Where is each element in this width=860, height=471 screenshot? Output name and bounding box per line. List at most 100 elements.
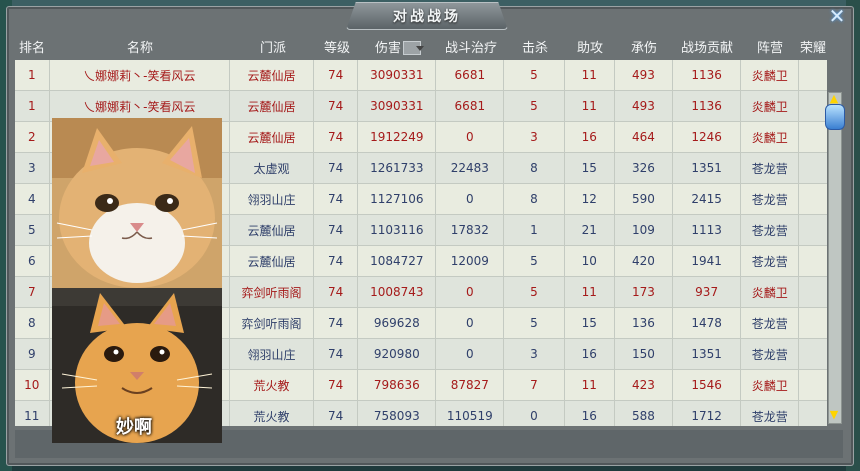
cell-heal: 87827: [436, 370, 505, 400]
close-icon[interactable]: ✕: [826, 4, 848, 28]
sort-dropdown-icon[interactable]: [403, 41, 421, 55]
cell-contrib: 1113: [673, 215, 742, 245]
scrollbar-track[interactable]: [828, 92, 842, 424]
cell-assists: 11: [565, 370, 615, 400]
scrollbar-thumb[interactable]: [825, 104, 845, 130]
cell-contrib: 1941: [673, 246, 742, 276]
cell-assists: 16: [565, 339, 615, 369]
meme-caption: 妙啊: [116, 417, 152, 438]
cell-kills: 8: [504, 153, 565, 183]
cell-contrib: 2415: [673, 184, 742, 214]
cell-level: 74: [314, 184, 359, 214]
cell-level: 74: [314, 122, 359, 152]
table-header: 排名 名称 门派 等级 伤害 战斗治疗 击杀 助攻 承伤 战场贡献 阵营 荣耀: [15, 34, 843, 58]
cell-rank: 8: [15, 308, 50, 338]
cell-taken: 588: [615, 401, 674, 426]
cell-honor: [799, 308, 827, 338]
cell-damage: 920980: [358, 339, 437, 369]
cell-honor: [799, 277, 827, 307]
cell-camp: 苍龙营: [741, 308, 800, 338]
header-assists[interactable]: 助攻: [565, 37, 615, 56]
header-honor[interactable]: 荣耀: [799, 37, 827, 56]
cell-assists: 15: [565, 153, 615, 183]
scroll-up-icon[interactable]: ▲: [828, 92, 840, 105]
cell-kills: 5: [504, 246, 565, 276]
table-row[interactable]: 1 乀娜娜莉丶-笑看风云 云麓仙居 74 3090331 6681 5 11 493 1136 炎麟…: [15, 60, 827, 91]
header-camp[interactable]: 阵营: [741, 37, 799, 56]
cell-honor: [799, 246, 827, 276]
cell-rank: 11: [15, 401, 50, 426]
cell-school: 荒火教: [230, 370, 314, 400]
cell-kills: 3: [504, 339, 565, 369]
cell-school: 翎羽山庄: [230, 339, 314, 369]
cell-heal: 17832: [436, 215, 505, 245]
header-rank[interactable]: 排名: [15, 37, 49, 56]
cell-taken: 150: [615, 339, 674, 369]
cell-heal: 22483: [436, 153, 505, 183]
cell-damage: 3090331: [358, 91, 437, 121]
cell-damage: 1261733: [358, 153, 437, 183]
header-level[interactable]: 等级: [315, 37, 359, 56]
cell-level: 74: [314, 370, 359, 400]
cell-rank: 5: [15, 215, 50, 245]
cell-taken: 136: [615, 308, 674, 338]
cell-contrib: 1136: [673, 60, 742, 90]
header-contrib[interactable]: 战场贡献: [673, 37, 741, 56]
cell-heal: 6681: [436, 91, 505, 121]
cell-name: 乀娜娜莉丶-笑看风云: [50, 60, 231, 90]
cell-honor: [799, 401, 827, 426]
cell-contrib: 1351: [673, 153, 742, 183]
cell-damage: 798636: [358, 370, 437, 400]
cell-level: 74: [314, 277, 359, 307]
header-kills[interactable]: 击杀: [505, 37, 565, 56]
cell-level: 74: [314, 401, 359, 426]
cell-kills: 7: [504, 370, 565, 400]
cell-school: 云麓仙居: [230, 60, 314, 90]
cell-level: 74: [314, 308, 359, 338]
cell-camp: 苍龙营: [741, 215, 800, 245]
cell-heal: 12009: [436, 246, 505, 276]
cell-camp: 苍龙营: [741, 401, 800, 426]
cell-school: 翎羽山庄: [230, 184, 314, 214]
header-name[interactable]: 名称: [49, 37, 231, 56]
header-school[interactable]: 门派: [231, 37, 315, 56]
cell-assists: 11: [565, 91, 615, 121]
header-damage-label: 伤害: [374, 40, 401, 56]
cell-honor: [799, 91, 827, 121]
cell-assists: 16: [565, 122, 615, 152]
cell-level: 74: [314, 246, 359, 276]
cell-name: 乀娜娜莉丶-笑看风云: [50, 91, 231, 121]
cell-contrib: 1546: [673, 370, 742, 400]
cell-school: 弈剑听雨阁: [230, 277, 314, 307]
cell-camp: 苍龙营: [741, 184, 800, 214]
cell-school: 云麓仙居: [230, 215, 314, 245]
cell-kills: 0: [504, 401, 565, 426]
cell-school: 荒火教: [230, 401, 314, 426]
scroll-down-icon[interactable]: ▼: [828, 408, 840, 421]
cell-heal: 110519: [436, 401, 505, 426]
cell-level: 74: [314, 60, 359, 90]
cell-rank: 4: [15, 184, 50, 214]
header-damage[interactable]: 伤害: [359, 37, 437, 56]
cell-assists: 10: [565, 246, 615, 276]
cell-damage: 1084727: [358, 246, 437, 276]
cell-taken: 493: [615, 91, 674, 121]
cell-taken: 173: [615, 277, 674, 307]
cell-damage: 1912249: [358, 122, 437, 152]
cell-contrib: 1478: [673, 308, 742, 338]
cell-rank: 6: [15, 246, 50, 276]
cell-assists: 21: [565, 215, 615, 245]
cell-honor: [799, 370, 827, 400]
cell-level: 74: [314, 215, 359, 245]
cell-kills: 5: [504, 277, 565, 307]
header-heal[interactable]: 战斗治疗: [437, 37, 505, 56]
cell-kills: 1: [504, 215, 565, 245]
cell-camp: 炎麟卫: [741, 277, 800, 307]
header-taken[interactable]: 承伤: [615, 37, 673, 56]
cell-camp: 炎麟卫: [741, 122, 800, 152]
cell-contrib: 1712: [673, 401, 742, 426]
cell-taken: 493: [615, 60, 674, 90]
cell-damage: 1103116: [358, 215, 437, 245]
cell-damage: 758093: [358, 401, 437, 426]
cell-camp: 炎麟卫: [741, 370, 800, 400]
